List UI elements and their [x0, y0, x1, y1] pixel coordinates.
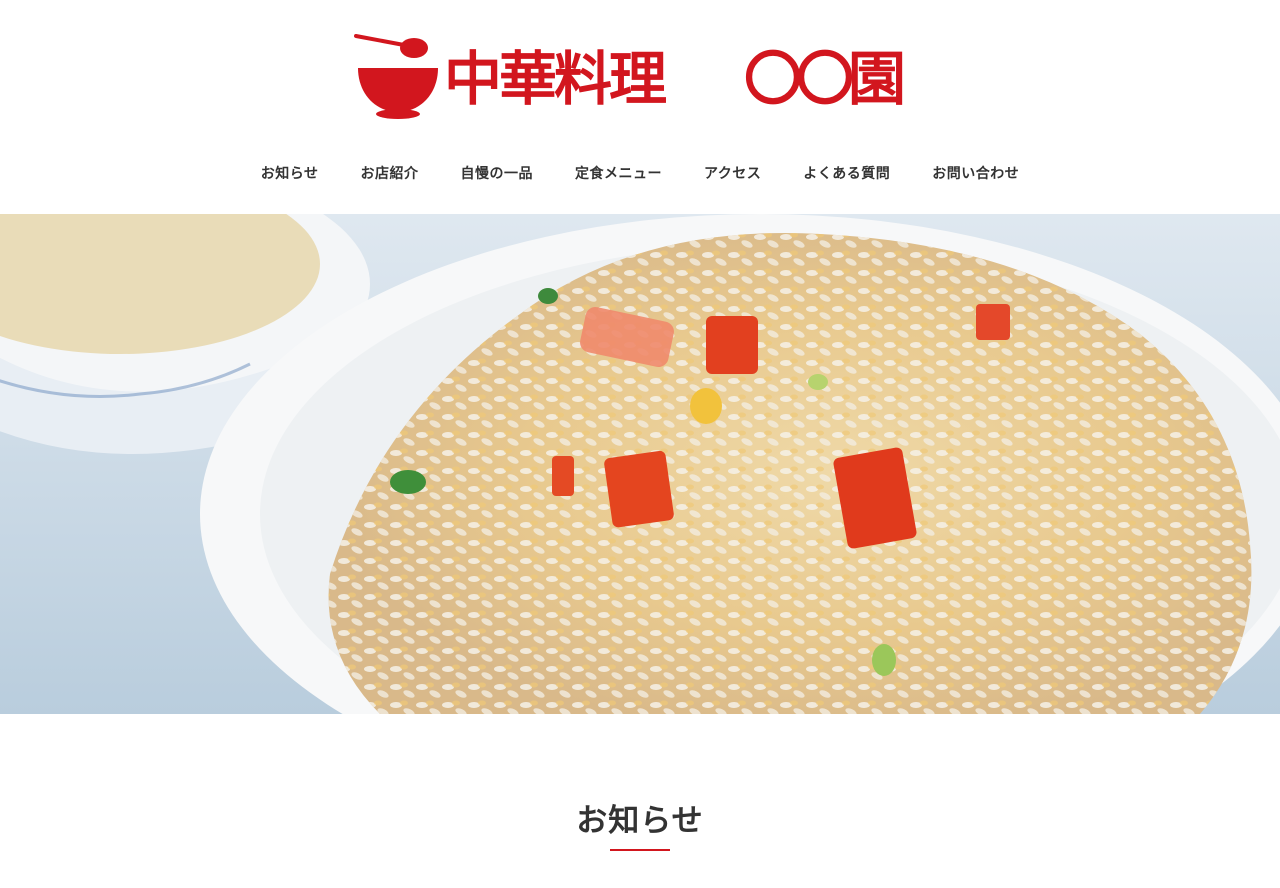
nav-item-contact[interactable]: お問い合わせ: [911, 163, 1040, 183]
nav-item-news[interactable]: お知らせ: [240, 163, 340, 183]
main-nav: お知らせ お店紹介 自慢の一品 定食メニュー アクセス よくある質問 お問い合わ…: [0, 158, 1280, 188]
nav-item-set-menu[interactable]: 定食メニュー: [554, 163, 683, 183]
nav-item-faq[interactable]: よくある質問: [782, 163, 911, 183]
brand-name: 中華料理: [444, 45, 667, 113]
fried-rice-photo: [0, 214, 1280, 714]
hero-image: [0, 214, 1280, 714]
nav-item-access[interactable]: アクセス: [683, 163, 782, 183]
brand-suffix: 〇〇園: [744, 45, 906, 113]
nav-item-about[interactable]: お店紹介: [339, 163, 439, 183]
site-logo[interactable]: 中華料理 〇〇園: [354, 32, 924, 122]
section-title: お知らせ: [576, 803, 704, 839]
title-underline: [610, 849, 670, 851]
nav-item-signature-dish[interactable]: 自慢の一品: [439, 163, 554, 183]
bowl-with-ladle-icon: [354, 34, 438, 119]
